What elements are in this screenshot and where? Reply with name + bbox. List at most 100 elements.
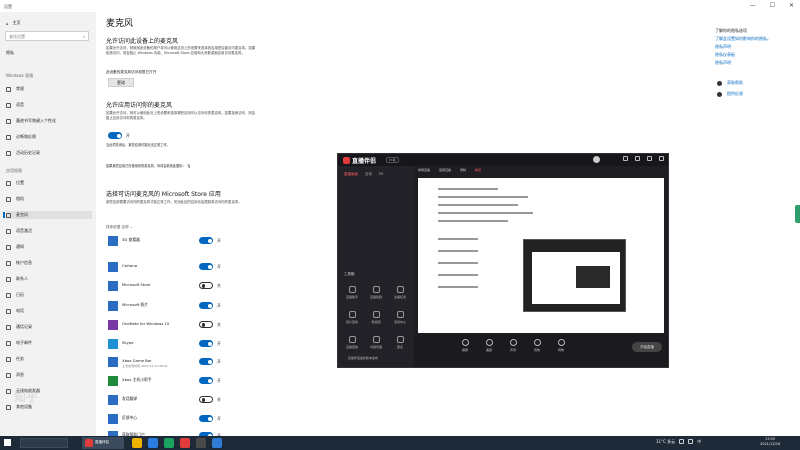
search-placeholder: 查找设置	[9, 34, 25, 39]
tool-connect[interactable]: 观众连线	[344, 311, 360, 324]
effects-button[interactable]: 特效	[550, 339, 572, 352]
app-toggle[interactable]	[199, 263, 213, 270]
edge-browser-icon[interactable]	[148, 438, 158, 448]
tool-assistant[interactable]: 直播助手	[344, 286, 360, 299]
main-content: 麦克风 允许访问此设备上的麦克风 如果允许访问，则使用此设备的用户将可以使用这页…	[106, 12, 316, 441]
in-use-note: 如果某些应用已在使用你的麦克风，你将会看到此图标： 🎙	[106, 164, 191, 168]
volume-icon[interactable]	[688, 439, 694, 444]
sidebar-item-voice-activation[interactable]: 语音激活	[6, 227, 92, 235]
app-toggle[interactable]	[199, 302, 213, 309]
tab-interact[interactable]: 互动	[365, 172, 372, 177]
tool-tasks[interactable]: 主播任务	[392, 286, 408, 299]
feedback-hub-icon	[108, 414, 118, 424]
stream-titlebar: 直播伴侣 PC版	[338, 154, 668, 166]
tool-content[interactable]: 内容管理	[368, 336, 384, 349]
sidebar-item-email[interactable]: 电子邮件	[6, 339, 92, 347]
app-toggle[interactable]	[199, 237, 213, 244]
sidebar-item-account-info[interactable]: 帐户信息	[6, 259, 92, 267]
minimize-button[interactable]: —	[750, 2, 756, 9]
file-explorer-icon[interactable]	[132, 438, 142, 448]
tool-more[interactable]: 更多	[392, 336, 408, 349]
mail-icon	[6, 340, 11, 346]
minimize-icon[interactable]	[635, 156, 640, 161]
privacy-link-2[interactable]: 隐私声明	[715, 44, 771, 50]
app-toggle[interactable]	[199, 358, 213, 365]
app-access-toggle[interactable]	[108, 132, 122, 139]
sidebar-item-messaging[interactable]: 消息	[6, 371, 92, 379]
pen-icon	[6, 118, 11, 124]
search-icon: ⌕	[82, 34, 85, 39]
audio-fx-button[interactable]: 音效	[526, 339, 548, 352]
app-toggle[interactable]	[199, 282, 213, 289]
network-icon[interactable]	[679, 439, 685, 444]
location-icon	[6, 180, 11, 186]
sidebar-item-call-history[interactable]: 通话记录	[6, 323, 92, 331]
privacy-link-4[interactable]: 隐私声明	[715, 60, 771, 66]
sound-button[interactable]: 声音	[502, 339, 524, 352]
tool-replay[interactable]: 直播回放	[344, 336, 360, 349]
sidebar-home[interactable]: ⌂ 主页	[6, 20, 21, 26]
avatar[interactable]	[593, 156, 600, 163]
settings-sidebar: ⌂ 主页 查找设置 ⌕ 隐私 Windows 权限 常规 语音 墨迹书写和键入个…	[0, 12, 96, 436]
app-toggle[interactable]	[199, 321, 213, 328]
sidebar-item-notifications[interactable]: 通知	[6, 243, 92, 251]
feedback-person-icon	[717, 91, 722, 97]
close-button[interactable]: ✕	[789, 2, 794, 9]
give-feedback-link[interactable]: 提供反馈	[717, 91, 743, 97]
app-toggle[interactable]	[199, 396, 213, 403]
landscape-button[interactable]: 横屏	[454, 339, 476, 352]
sidebar-item-speech[interactable]: 语音	[6, 101, 92, 109]
app-toggle[interactable]	[199, 340, 213, 347]
sidebar-item-activity[interactable]: 活动历史记录	[6, 149, 92, 157]
ime-indicator[interactable]: 中	[697, 439, 701, 445]
edge-tab[interactable]	[795, 205, 800, 223]
maximize-icon[interactable]	[647, 156, 652, 161]
app-row-xbox-game-bar: Xbox Game Bar 上次访问时间 2021/11 21:28:21 开	[106, 355, 256, 371]
taskbar-active-app[interactable]: 直播伴侣	[82, 437, 124, 449]
app-toggle[interactable]	[199, 377, 213, 384]
app-icon-blue[interactable]	[212, 438, 222, 448]
windows-start-icon[interactable]	[4, 439, 11, 446]
chrome-icon[interactable]	[164, 438, 174, 448]
tab-landscape[interactable]: 横屏直播	[418, 168, 430, 172]
tab-record[interactable]: 录制	[460, 168, 466, 172]
sidebar-item-tasks[interactable]: 任务	[6, 355, 92, 363]
nested-preview-window	[576, 266, 610, 288]
settings-gear-icon[interactable]	[196, 438, 206, 448]
sort-dropdown[interactable]: 排序依据 名称 ⌄	[106, 225, 133, 230]
sidebar-item-general[interactable]: 常规	[6, 85, 92, 93]
sidebar-item-inking[interactable]: 墨迹书写和键入个性化	[6, 117, 92, 125]
search-input[interactable]: 查找设置 ⌕	[5, 31, 89, 41]
audio-fx-icon	[533, 339, 541, 346]
change-button[interactable]: 更改	[108, 78, 134, 87]
store-apps-heading: 选择可访问麦克风的 Microsoft Store 应用	[106, 191, 221, 198]
app-icon-red[interactable]	[180, 438, 190, 448]
tab-portrait[interactable]: 竖屏直播	[439, 168, 451, 172]
sidebar-item-camera[interactable]: 相机	[6, 195, 92, 203]
tool-events[interactable]: 活动中心	[392, 311, 408, 324]
privacy-link-3[interactable]: 隐私仪表板	[715, 52, 771, 58]
app-toggle[interactable]	[199, 415, 213, 422]
close-icon[interactable]	[659, 156, 664, 161]
sidebar-item-location[interactable]: 位置	[6, 179, 92, 187]
taskbar-search[interactable]	[20, 438, 68, 448]
sidebar-item-calendar[interactable]: 日历	[6, 291, 92, 299]
stream-app-icon	[85, 439, 93, 447]
sidebar-item-phone[interactable]: 电话	[6, 307, 92, 315]
sidebar-item-diagnostics[interactable]: 诊断和反馈	[6, 133, 92, 141]
watermark: 知乎	[14, 390, 39, 404]
get-help-link[interactable]: 获取帮助	[717, 80, 743, 86]
tool-rewards[interactable]: 直播奖励	[368, 286, 384, 299]
tab-live-scene[interactable]: 直播画面	[344, 172, 358, 177]
taskbar-clock[interactable]: 13:55 2021/12/16	[760, 437, 780, 447]
tab-push[interactable]: 推流	[475, 168, 481, 172]
sidebar-item-contacts[interactable]: 联系人	[6, 275, 92, 283]
privacy-link-1[interactable]: 了解此设置如何影响你的隐私。	[715, 36, 771, 42]
beauty-button[interactable]: 美颜	[478, 339, 500, 352]
tool-fans[interactable]: 粉丝团	[368, 311, 384, 324]
start-live-button[interactable]: 开始直播	[632, 342, 662, 352]
tab-pk[interactable]: PK	[379, 172, 383, 177]
settings-icon[interactable]	[623, 156, 628, 161]
sidebar-item-microphone[interactable]: 麦克风	[3, 211, 92, 219]
maximize-button[interactable]: ☐	[770, 2, 775, 9]
